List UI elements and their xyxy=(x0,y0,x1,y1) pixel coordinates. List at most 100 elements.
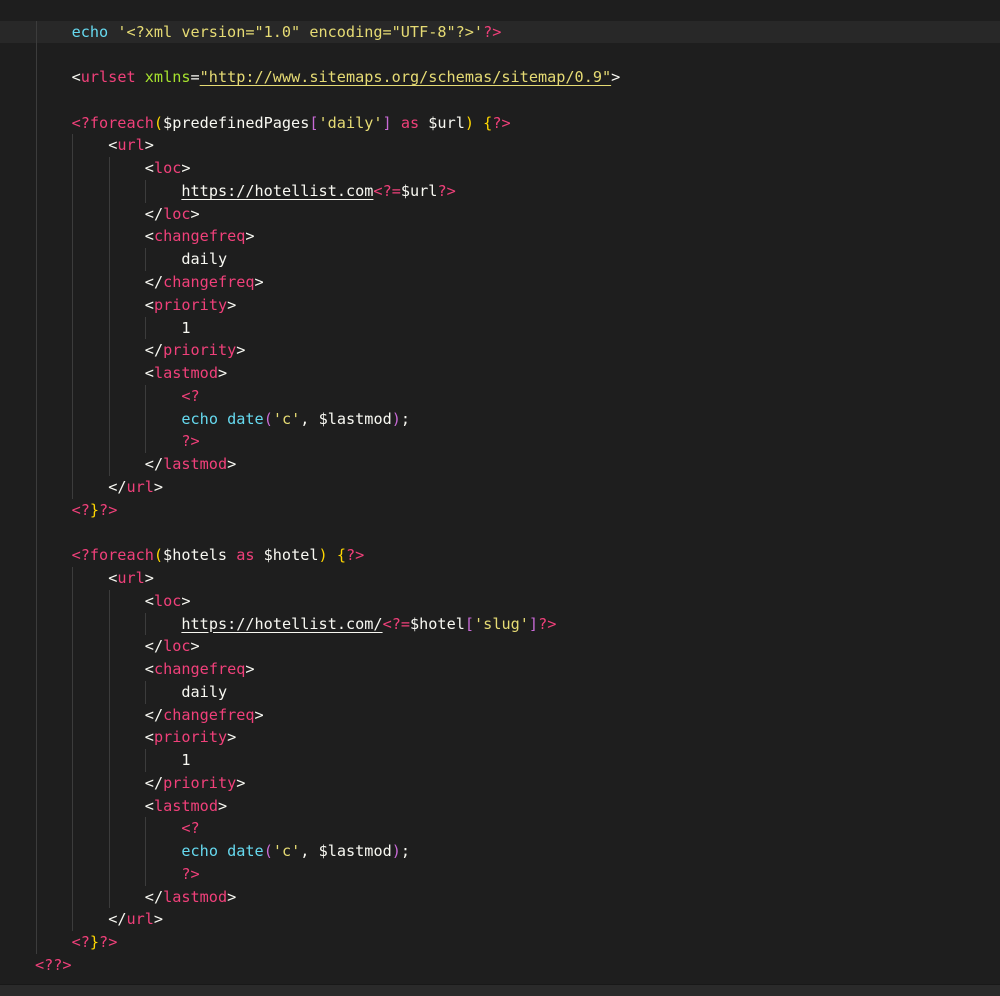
code-text: echo date('c', $lastmod); xyxy=(181,840,410,863)
indent-guide xyxy=(35,225,37,249)
code-line[interactable] xyxy=(0,88,1000,112)
code-token: '<?xml version="1.0" encoding="UTF-8"?>' xyxy=(117,22,484,41)
code-line[interactable]: <priority> xyxy=(0,293,1000,317)
code-token: > xyxy=(254,705,264,724)
code-line[interactable]: </loc> xyxy=(0,202,1000,226)
code-line[interactable]: ?> xyxy=(0,430,1000,454)
code-line[interactable]: <url> xyxy=(0,134,1000,158)
code-line[interactable]: <? xyxy=(0,817,1000,841)
code-line[interactable]: <url> xyxy=(0,566,1000,590)
code-line[interactable] xyxy=(0,521,1000,545)
code-token: = xyxy=(190,68,200,87)
code-line[interactable]: echo date('c', $lastmod); xyxy=(0,407,1000,431)
code-token: <?= xyxy=(373,181,401,200)
indent-guide xyxy=(72,384,74,408)
indent-guide xyxy=(72,771,74,795)
code-token: < xyxy=(108,136,118,155)
code-token: 'daily' xyxy=(318,113,383,132)
code-line[interactable]: <changefreq> xyxy=(0,658,1000,681)
code-line[interactable]: <?foreach($hotels as $hotel) {?> xyxy=(0,544,1000,567)
indent-guide xyxy=(35,111,37,135)
code-token: xmlns xyxy=(144,68,191,87)
code-line[interactable]: </lastmod> xyxy=(0,885,1000,909)
code-line[interactable]: <urlset xmlns="http://www.sitemaps.org/s… xyxy=(0,66,1000,89)
code-token: ?> xyxy=(483,22,502,41)
code-line[interactable]: daily xyxy=(0,248,1000,272)
code-line[interactable]: echo '<?xml version="1.0" encoding="UTF-… xyxy=(0,20,1000,44)
code-line[interactable]: <?foreach($predefinedPages['daily'] as $… xyxy=(0,111,1000,135)
code-line[interactable]: </changefreq> xyxy=(0,271,1000,294)
indent-guide xyxy=(72,316,74,340)
code-text: <? xyxy=(181,817,199,840)
indent-guide xyxy=(145,862,147,886)
indent-guide xyxy=(72,339,74,363)
code-editor[interactable]: echo '<?xml version="1.0" encoding="UTF-… xyxy=(0,20,1000,977)
indent-guide xyxy=(72,453,74,476)
code-line[interactable]: <changefreq> xyxy=(0,225,1000,249)
code-token: ) xyxy=(464,113,475,132)
indent-guide xyxy=(35,749,37,772)
code-line[interactable]: 1 xyxy=(0,749,1000,772)
code-line[interactable]: daily xyxy=(0,680,1000,704)
indent-guide xyxy=(35,179,37,203)
code-line[interactable]: <loc> xyxy=(0,589,1000,613)
code-line[interactable]: <priority> xyxy=(0,726,1000,750)
indent-guide xyxy=(35,271,37,294)
code-token: <? xyxy=(181,386,200,405)
indent-guide xyxy=(145,749,147,772)
code-token: $url xyxy=(400,181,438,200)
code-line[interactable]: </changefreq> xyxy=(0,703,1000,727)
code-token: } xyxy=(89,933,100,952)
indent-guide xyxy=(35,931,37,954)
indent-guide xyxy=(108,862,110,886)
code-line[interactable]: </priority> xyxy=(0,771,1000,795)
code-text: <lastmod> xyxy=(145,795,227,818)
code-text: 1 xyxy=(181,317,190,340)
code-line[interactable]: 1 xyxy=(0,316,1000,340)
code-line[interactable]: <?}?> xyxy=(0,498,1000,522)
code-text: </url> xyxy=(108,476,163,499)
code-token: priority xyxy=(163,341,237,360)
code-line[interactable]: </loc> xyxy=(0,635,1000,659)
indent-guide xyxy=(35,817,37,841)
code-line[interactable]: <lastmod> xyxy=(0,794,1000,818)
code-line[interactable]: </lastmod> xyxy=(0,453,1000,476)
code-line[interactable]: <loc> xyxy=(0,157,1000,180)
code-token: lastmod xyxy=(163,887,228,906)
code-line[interactable]: echo date('c', $lastmod); xyxy=(0,840,1000,863)
code-line[interactable]: <? xyxy=(0,384,1000,408)
code-line[interactable] xyxy=(0,43,1000,67)
code-text: <loc> xyxy=(145,157,191,180)
code-text: </url> xyxy=(108,908,163,931)
code-token: daily xyxy=(181,250,228,269)
code-line[interactable]: <?}?> xyxy=(0,931,1000,954)
indent-guide xyxy=(35,794,37,818)
code-line[interactable]: <??> xyxy=(0,954,1000,977)
code-token: { xyxy=(336,546,346,565)
indent-guide xyxy=(108,840,110,863)
indent-guide xyxy=(35,202,37,226)
code-line[interactable]: <lastmod> xyxy=(0,362,1000,385)
indent-guide xyxy=(145,612,147,636)
code-line[interactable]: </url> xyxy=(0,475,1000,499)
indent-guide xyxy=(108,771,110,795)
code-line[interactable]: https://hotellist.com<?=$url?> xyxy=(0,179,1000,203)
indent-guide xyxy=(35,293,37,317)
code-token: ?> xyxy=(538,614,557,633)
code-token: priority xyxy=(153,728,228,747)
code-line[interactable]: ?> xyxy=(0,862,1000,886)
code-line[interactable]: https://hotellist.com/<?=$hotel['slug']?… xyxy=(0,612,1000,636)
code-line[interactable]: </url> xyxy=(0,908,1000,932)
indent-guide xyxy=(108,726,110,750)
code-token: </ xyxy=(144,705,164,724)
code-text: daily xyxy=(181,248,227,271)
code-text: <?}?> xyxy=(72,931,118,954)
code-token: loc xyxy=(153,591,182,610)
code-token: echo xyxy=(181,409,218,428)
indent-guide xyxy=(108,362,110,385)
indent-guide xyxy=(72,703,74,727)
code-token: $hotel xyxy=(410,614,465,633)
code-token: > xyxy=(236,773,246,792)
code-line[interactable]: </priority> xyxy=(0,339,1000,363)
